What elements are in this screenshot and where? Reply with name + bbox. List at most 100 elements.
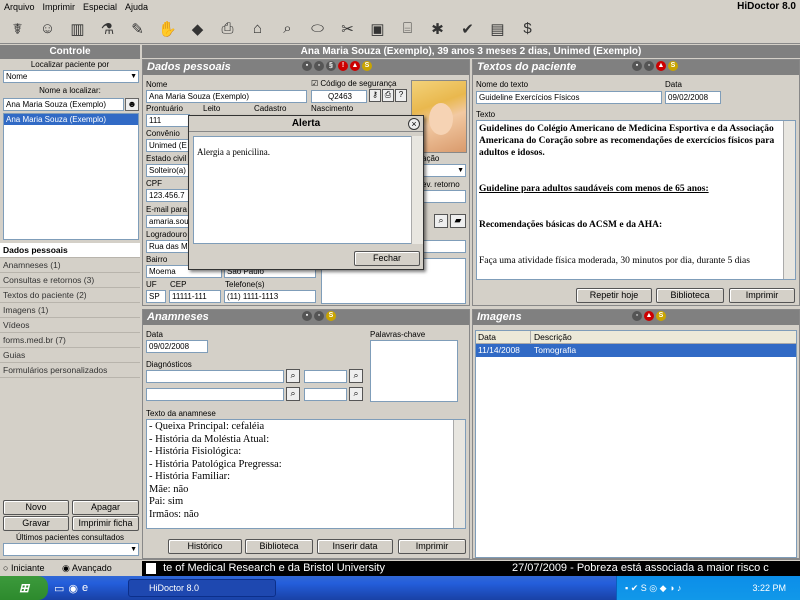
- mode-beginner-radio[interactable]: ○ Iniciante: [3, 563, 44, 573]
- start-button[interactable]: ⊞: [0, 576, 48, 600]
- clip-icon[interactable]: §: [326, 61, 336, 71]
- text-date-field[interactable]: 09/02/2008: [665, 91, 721, 104]
- home-icon[interactable]: ⌂: [244, 16, 271, 42]
- search-icon[interactable]: ⌕: [274, 16, 301, 42]
- help-icon[interactable]: ?: [395, 89, 407, 102]
- nav-forms[interactable]: forms.med.br (7): [0, 333, 140, 348]
- nav-guias[interactable]: Guias: [0, 348, 140, 363]
- search-icon[interactable]: ⌕: [349, 387, 363, 401]
- mode-advanced-radio[interactable]: ◉ Avançado: [62, 563, 112, 574]
- convenio-field[interactable]: Unimed (E: [146, 139, 190, 152]
- anamnese-print-button[interactable]: Imprimir: [398, 539, 466, 554]
- logradouro-field[interactable]: Rua das M: [146, 240, 190, 253]
- money-icon[interactable]: S: [668, 61, 678, 71]
- save-icon[interactable]: ▪: [632, 61, 642, 71]
- text-scrollbar[interactable]: [783, 121, 795, 279]
- diagnosis-field-1[interactable]: [146, 370, 284, 383]
- estado-civil-field[interactable]: Solteiro(a): [146, 164, 190, 177]
- text-content[interactable]: Guidelines do Colégio Americano de Medic…: [476, 120, 796, 280]
- nav-formularios[interactable]: Formulários personalizados: [0, 363, 140, 378]
- recent-patients-select[interactable]: ▼: [3, 543, 139, 556]
- prontuario-field[interactable]: 111: [146, 114, 190, 127]
- name-search-input[interactable]: Ana Maria Souza (Exemplo): [3, 98, 124, 111]
- new-button[interactable]: Novo: [3, 500, 69, 515]
- text-print-button[interactable]: Imprimir: [729, 288, 795, 303]
- email-field[interactable]: amaria.sou: [146, 215, 190, 228]
- tray-icons[interactable]: ▪ ✔ S ◎ ◆ ◑ ♪: [625, 576, 681, 600]
- save-icon[interactable]: ▪: [302, 311, 312, 321]
- delete-button[interactable]: Apagar: [72, 500, 139, 515]
- alert-close-button[interactable]: Fechar: [354, 251, 420, 266]
- pda-icon[interactable]: ▣: [364, 16, 391, 42]
- alert-scrollbar[interactable]: [411, 136, 423, 244]
- tools-icon[interactable]: ✂: [334, 16, 361, 42]
- diagnosis-code-2[interactable]: [304, 388, 347, 401]
- nav-videos[interactable]: Vídeos: [0, 318, 140, 333]
- copy-icon[interactable]: ▫: [314, 61, 324, 71]
- nav-dados-pessoais[interactable]: Dados pessoais: [0, 243, 140, 258]
- security-checkbox[interactable]: ☑ Código de segurança: [311, 79, 396, 88]
- print-record-button[interactable]: Imprimir ficha: [72, 516, 139, 531]
- save-button[interactable]: Gravar: [3, 516, 69, 531]
- nav-textos[interactable]: Textos do paciente (2): [0, 288, 140, 303]
- media-icon[interactable]: ◉: [68, 582, 78, 595]
- menu-imprimir[interactable]: Imprimir: [39, 2, 80, 12]
- up-icon[interactable]: ▲: [350, 61, 360, 71]
- open-book-icon[interactable]: ▤: [484, 16, 511, 42]
- library-icon[interactable]: ▥: [64, 16, 91, 42]
- cpf-field[interactable]: 123.456.7: [146, 189, 190, 202]
- retorno-field[interactable]: [418, 190, 466, 203]
- history-button[interactable]: Histórico: [168, 539, 242, 554]
- up-icon[interactable]: ▲: [656, 61, 666, 71]
- search-by-select[interactable]: Nome ▼: [3, 70, 139, 83]
- insert-date-button[interactable]: Inserir data: [317, 539, 393, 554]
- money-icon[interactable]: S: [362, 61, 372, 71]
- table-row[interactable]: 11/14/2008 Tomografia: [476, 344, 796, 357]
- save-icon[interactable]: ▪: [302, 61, 312, 71]
- cep-field[interactable]: 11111-111: [169, 290, 221, 303]
- copy-icon[interactable]: ▫: [632, 311, 642, 321]
- money-icon[interactable]: S: [326, 311, 336, 321]
- alert-icon[interactable]: !: [338, 61, 348, 71]
- nav-imagens[interactable]: Imagens (1): [0, 303, 140, 318]
- anamnese-library-button[interactable]: Biblioteca: [245, 539, 313, 554]
- list-item[interactable]: Ana Maria Souza (Exemplo): [4, 114, 138, 125]
- network-icon[interactable]: ⌸: [394, 16, 421, 42]
- stethoscope-icon[interactable]: ☤: [4, 16, 31, 42]
- money-icon[interactable]: $: [514, 16, 541, 42]
- text-name-field[interactable]: Guideline Exercícios Físicos: [476, 91, 662, 104]
- search-icon[interactable]: ⌕: [349, 369, 363, 383]
- news-ticker[interactable]: te of Medical Research e da Bristol Univ…: [142, 561, 800, 576]
- desktop-icon[interactable]: ▭: [54, 582, 64, 595]
- patient-results-list[interactable]: Ana Maria Souza (Exemplo): [3, 113, 139, 240]
- search-icon[interactable]: ⌕: [286, 387, 300, 401]
- menu-especial[interactable]: Especial: [79, 2, 121, 12]
- nav-anamneses[interactable]: Anamneses (1): [0, 258, 140, 273]
- taskbar-app-hidoctor[interactable]: HiDoctor 8.0: [128, 579, 276, 597]
- diagnosis-field-2[interactable]: [146, 388, 284, 401]
- name-field[interactable]: Ana Maria Souza (Exemplo): [146, 90, 307, 103]
- anamnese-scrollbar[interactable]: [453, 420, 465, 528]
- key-icon[interactable]: ⚷: [369, 89, 381, 102]
- edit-icon[interactable]: ✎: [124, 16, 151, 42]
- tubes-icon[interactable]: ⚗: [94, 16, 121, 42]
- asterisk-icon[interactable]: ✱: [424, 16, 451, 42]
- patient-search-icon[interactable]: ☻: [125, 98, 139, 111]
- uf-field[interactable]: SP: [146, 290, 166, 303]
- up-icon[interactable]: ▲: [644, 311, 654, 321]
- repeat-today-button[interactable]: Repetir hoje: [576, 288, 652, 303]
- menu-arquivo[interactable]: Arquivo: [0, 2, 39, 12]
- patient-icon[interactable]: ☺: [34, 16, 61, 42]
- anamnese-date-field[interactable]: 09/02/2008: [146, 340, 208, 353]
- close-icon[interactable]: ×: [408, 118, 420, 130]
- book-icon[interactable]: ◆: [184, 16, 211, 42]
- check-icon[interactable]: ✔: [454, 16, 481, 42]
- col-date[interactable]: Data: [476, 331, 531, 343]
- car-icon[interactable]: ▰: [450, 214, 466, 228]
- col-desc[interactable]: Descrição: [531, 331, 572, 343]
- browser-icon[interactable]: e: [82, 582, 88, 594]
- search-icon[interactable]: ⌕: [434, 214, 448, 228]
- phone-field[interactable]: (11) 1111-1113: [224, 290, 316, 303]
- printer-icon[interactable]: ⎙: [214, 16, 241, 42]
- address-extra-field[interactable]: [418, 240, 466, 253]
